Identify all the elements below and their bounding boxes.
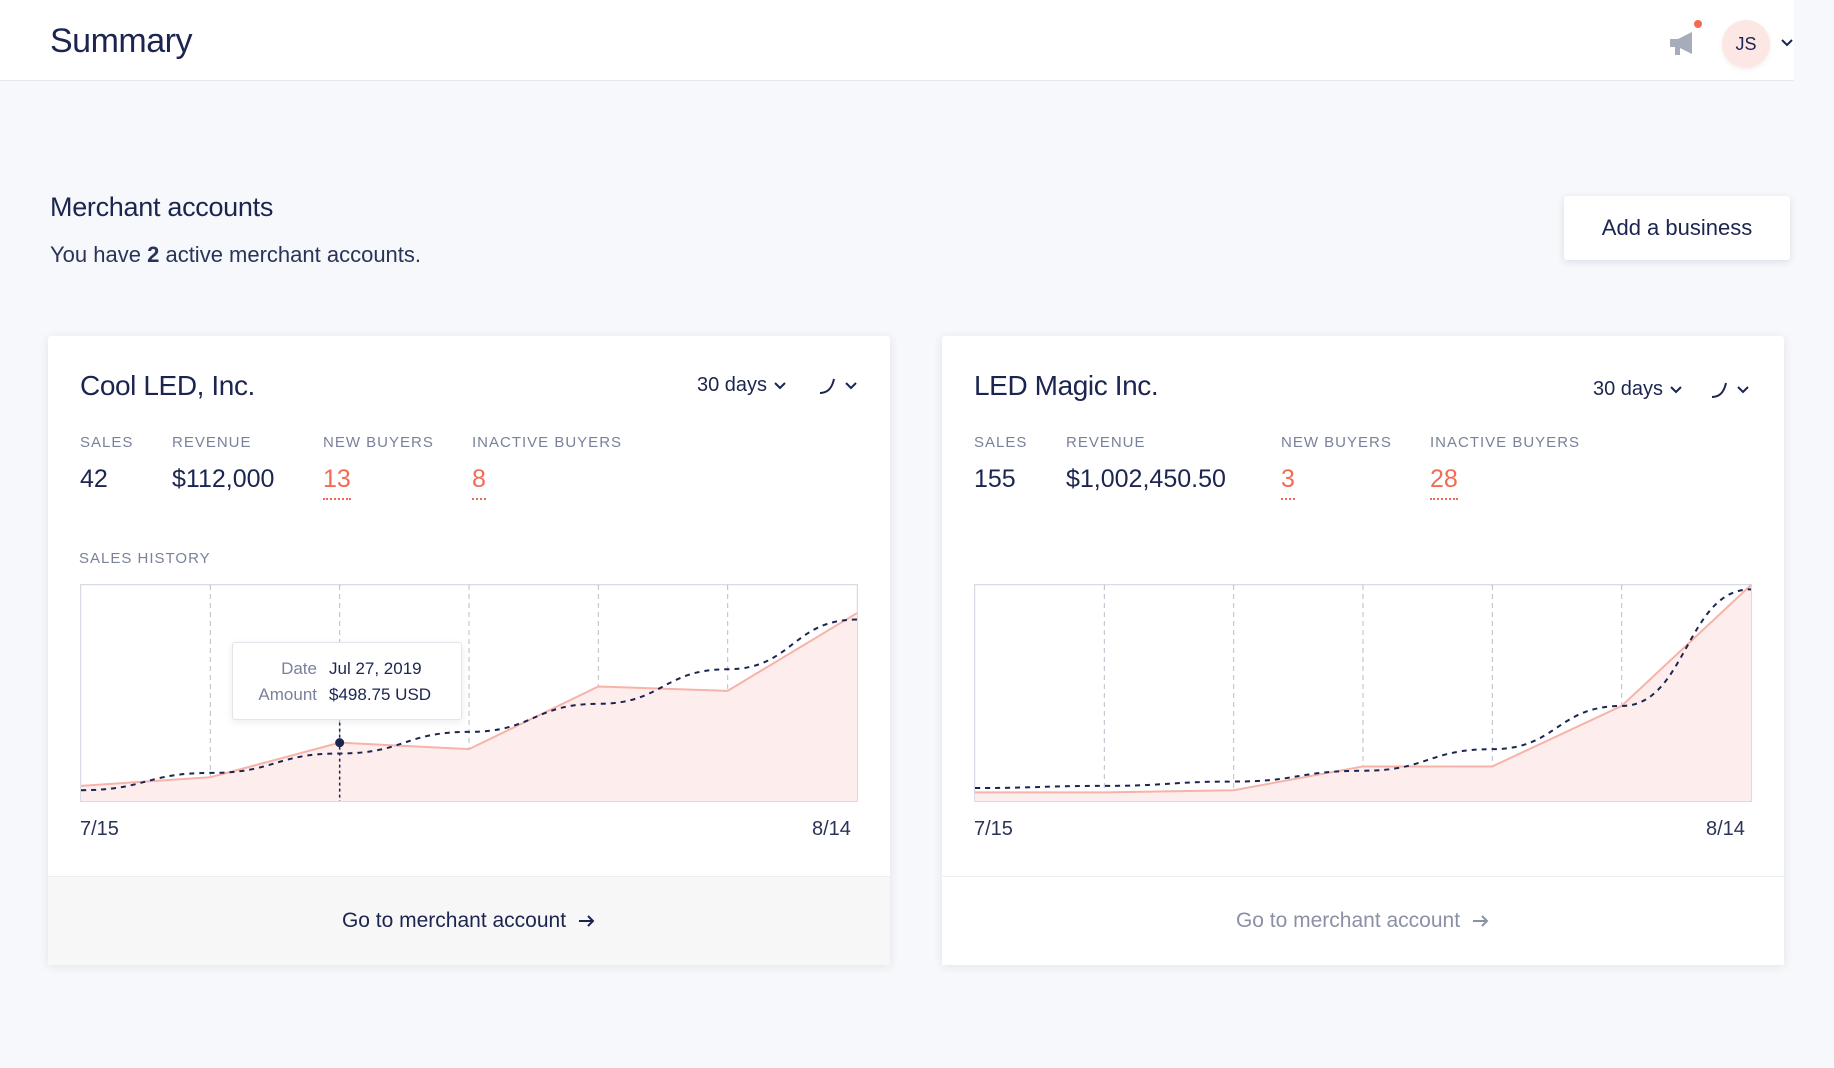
stat-label: SALES bbox=[974, 434, 1028, 451]
period-label: 30 days bbox=[697, 374, 768, 396]
stat-label: NEW BUYERS bbox=[1281, 434, 1392, 451]
stat-value: $1,002,450.50 bbox=[1066, 465, 1226, 493]
sales-history-label: SALES HISTORY bbox=[79, 550, 211, 567]
chevron-down-icon bbox=[845, 382, 857, 390]
stat-label: INACTIVE BUYERS bbox=[472, 434, 623, 451]
add-business-button[interactable]: Add a business bbox=[1564, 196, 1790, 260]
stat-sales: SALES 155 bbox=[974, 434, 1027, 494]
arrow-right-icon bbox=[1473, 915, 1489, 927]
stat-sales: SALES 42 bbox=[80, 434, 133, 494]
x-tick-end: 8/14 bbox=[1706, 818, 1745, 840]
megaphone-icon[interactable] bbox=[1666, 30, 1700, 56]
section-title: Merchant accounts bbox=[50, 192, 274, 222]
chevron-down-icon bbox=[1737, 386, 1749, 394]
notification-dot bbox=[1694, 20, 1702, 28]
stat-new-buyers: NEW BUYERS 13 bbox=[323, 434, 434, 500]
stat-inactive-buyers: INACTIVE BUYERS 8 bbox=[472, 434, 622, 500]
top-bar: Summary JS bbox=[0, 0, 1794, 81]
stat-new-buyers: NEW BUYERS 3 bbox=[1281, 434, 1392, 500]
tooltip-date-label: Date bbox=[281, 659, 317, 678]
period-label: 30 days bbox=[1593, 378, 1664, 400]
period-dropdown[interactable]: 30 days bbox=[697, 374, 787, 397]
stat-value[interactable]: 28 bbox=[1430, 465, 1458, 500]
tooltip-amount: $498.75 USD bbox=[329, 685, 432, 704]
stat-value[interactable]: 3 bbox=[1281, 465, 1295, 500]
merchant-card-led-magic: LED Magic Inc. 30 days SALES 155 REVENUE… bbox=[942, 336, 1784, 965]
chart-tooltip: Date Jul 27, 2019 Amount $498.75 USD bbox=[232, 642, 462, 720]
section-subtitle: You have 2 active merchant accounts. bbox=[50, 242, 421, 268]
stat-revenue: REVENUE $1,002,450.50 bbox=[1066, 434, 1226, 494]
stat-label: NEW BUYERS bbox=[323, 434, 434, 451]
go-to-merchant-link[interactable]: Go to merchant account bbox=[942, 876, 1784, 965]
stat-label: REVENUE bbox=[1066, 434, 1146, 451]
page-title: Summary bbox=[50, 22, 192, 60]
stat-revenue: REVENUE $112,000 bbox=[172, 434, 274, 494]
stat-label: SALES bbox=[80, 434, 134, 451]
stat-value[interactable]: 8 bbox=[472, 465, 486, 500]
tooltip-amount-label: Amount bbox=[258, 685, 317, 704]
avatar[interactable]: JS bbox=[1722, 20, 1770, 68]
chevron-down-icon bbox=[1670, 385, 1682, 393]
x-tick-start: 7/15 bbox=[974, 818, 1013, 840]
footer-label: Go to merchant account bbox=[341, 909, 567, 932]
x-tick-end: 8/14 bbox=[812, 818, 851, 840]
sales-history-chart[interactable] bbox=[974, 584, 1752, 802]
subtitle-prefix: You have bbox=[50, 242, 141, 267]
chart-type-dropdown[interactable] bbox=[818, 376, 858, 396]
merchant-card-cool-led: Cool LED, Inc. 30 days SALES 42 REVENUE … bbox=[48, 336, 890, 965]
stat-label: INACTIVE BUYERS bbox=[1430, 434, 1581, 451]
x-tick-start: 7/15 bbox=[80, 818, 119, 840]
stat-value[interactable]: 13 bbox=[323, 465, 351, 500]
chevron-down-icon[interactable] bbox=[1780, 38, 1794, 48]
stat-value: 42 bbox=[80, 465, 108, 493]
account-count: 2 bbox=[147, 242, 160, 267]
arrow-right-icon bbox=[579, 915, 595, 927]
subtitle-suffix: active merchant accounts. bbox=[165, 242, 422, 267]
line-chart-icon bbox=[1711, 382, 1727, 398]
hover-point bbox=[335, 738, 345, 748]
merchant-name: LED Magic Inc. bbox=[974, 370, 1159, 401]
stat-value: $112,000 bbox=[172, 465, 275, 493]
line-chart-icon bbox=[819, 378, 835, 394]
footer-label: Go to merchant account bbox=[1235, 909, 1461, 932]
stat-label: REVENUE bbox=[172, 434, 252, 451]
tooltip-date: Jul 27, 2019 bbox=[329, 659, 422, 678]
chevron-down-icon bbox=[774, 381, 786, 389]
merchant-name: Cool LED, Inc. bbox=[80, 370, 255, 401]
chart-type-dropdown[interactable] bbox=[1710, 380, 1750, 400]
page: Summary JS Merchant accounts You have 2 … bbox=[0, 0, 1834, 1068]
period-dropdown[interactable]: 30 days bbox=[1593, 378, 1683, 401]
stat-inactive-buyers: INACTIVE BUYERS 28 bbox=[1430, 434, 1580, 500]
sales-history-chart[interactable] bbox=[80, 584, 858, 802]
stat-value: 155 bbox=[974, 465, 1016, 493]
go-to-merchant-link[interactable]: Go to merchant account bbox=[48, 876, 890, 965]
